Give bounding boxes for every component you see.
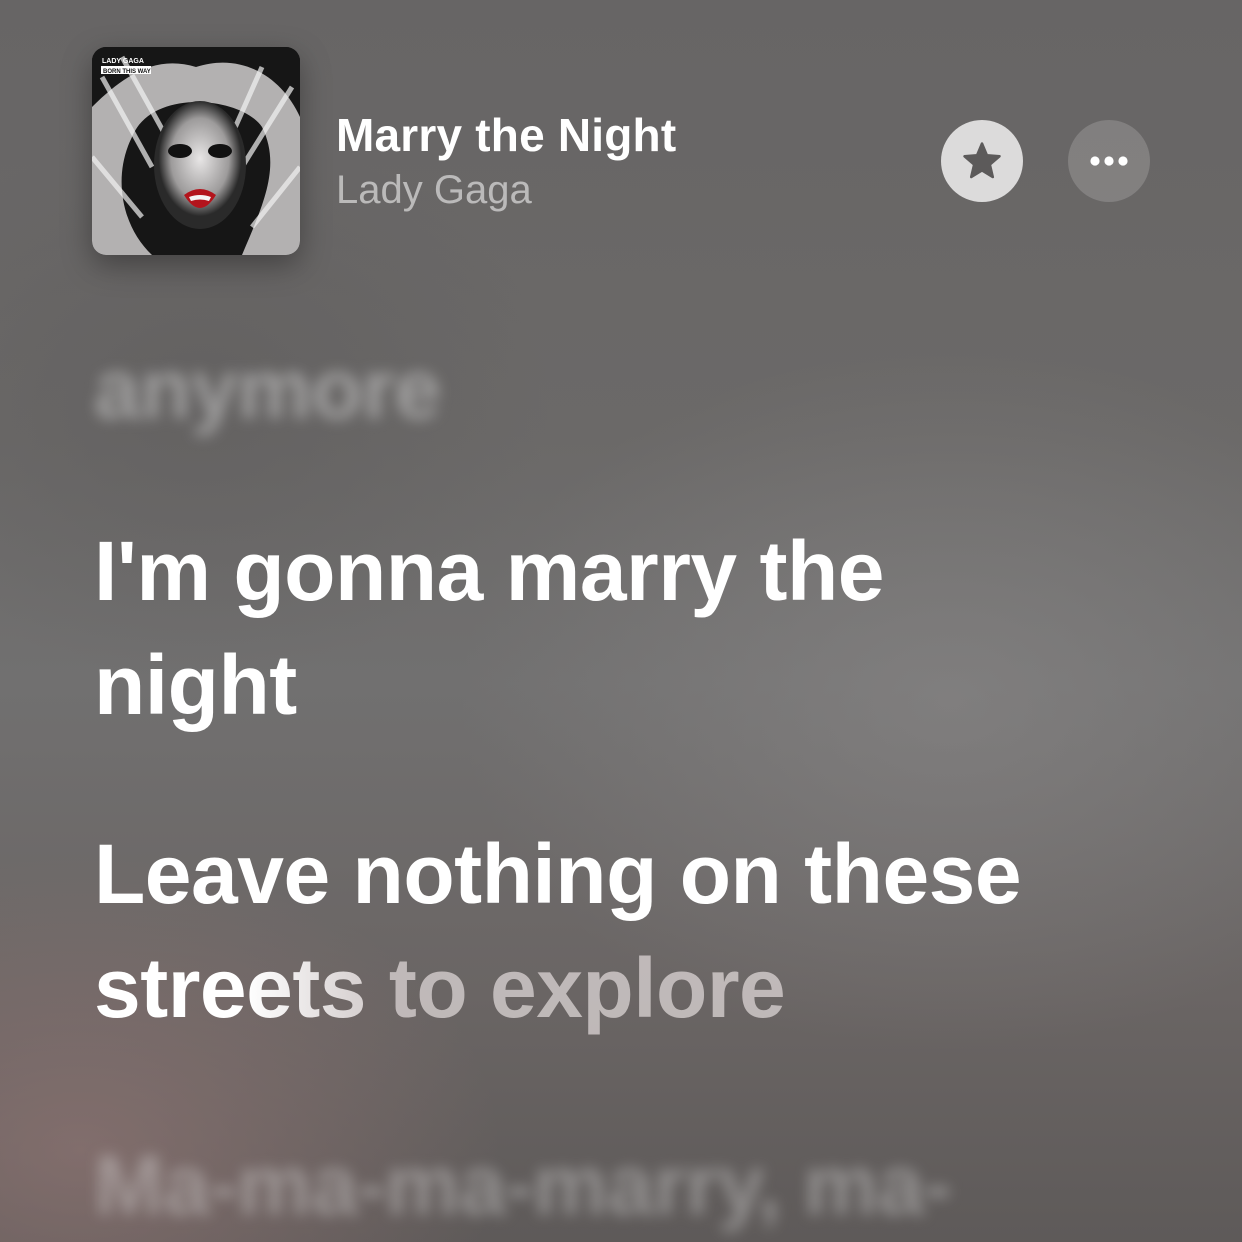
lyric-line-previous[interactable]: anymore xyxy=(94,332,1184,446)
lyric-text: I'm gonna marry the xyxy=(94,524,884,618)
lyrics-view[interactable]: anymore I'm gonna marry the night Leave n… xyxy=(0,0,1242,1242)
lyric-sung-text: stre xyxy=(94,941,247,1035)
lyric-transition-text: ets xyxy=(246,941,367,1035)
lyric-line-current[interactable]: I'm gonna marry the night xyxy=(94,514,1184,742)
lyric-text: night xyxy=(94,638,297,732)
lyric-unsung-text: to explore xyxy=(366,941,786,1035)
lyric-text: Leave nothing on these xyxy=(94,827,1022,921)
lyric-line-active[interactable]: Leave nothing on these streets to explore xyxy=(94,817,1184,1045)
lyric-line-next[interactable]: Ma-ma-ma-marry, ma- xyxy=(94,1128,1184,1242)
